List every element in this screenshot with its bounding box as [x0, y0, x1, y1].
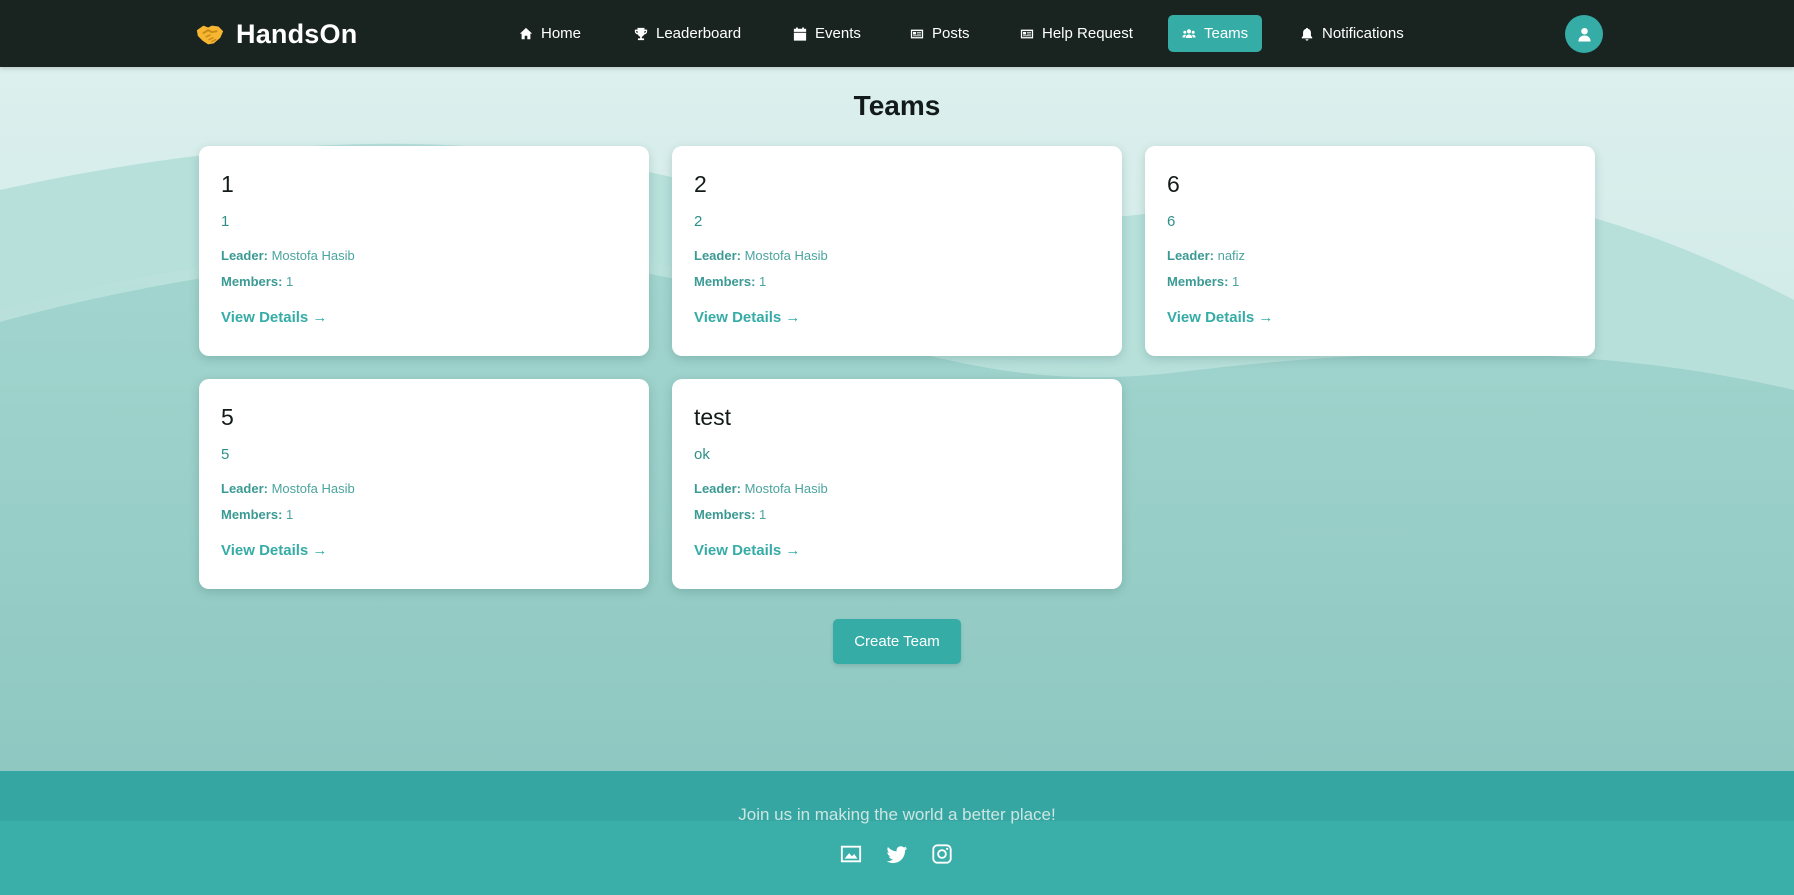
team-leader: Leader: Mostofa Hasib: [221, 481, 627, 497]
create-team-button[interactable]: Create Team: [833, 619, 961, 664]
users-icon: [1182, 28, 1196, 38]
image-icon[interactable]: [839, 842, 863, 866]
team-card: test ok Leader: Mostofa Hasib Members: 1…: [672, 379, 1122, 589]
nav-item-leaderboard[interactable]: Leaderboard: [620, 15, 755, 52]
leader-name: Mostofa Hasib: [271, 481, 355, 496]
team-card: 1 1 Leader: Mostofa Hasib Members: 1 Vie…: [199, 146, 649, 356]
team-leader: Leader: Mostofa Hasib: [221, 248, 627, 264]
nav-item-label: Home: [541, 25, 582, 42]
nav-item-teams[interactable]: Teams: [1168, 15, 1262, 52]
team-members: Members: 1: [694, 274, 1100, 290]
team-leader: Leader: Mostofa Hasib: [694, 248, 1100, 264]
newspaper-icon: [910, 29, 924, 38]
members-label: Members:: [221, 507, 283, 522]
team-members: Members: 1: [694, 507, 1100, 523]
nav-item-label: Posts: [932, 25, 970, 42]
nav-links: Home Leaderboard Events Posts Help Reque…: [0, 15, 1794, 52]
team-description: ok: [694, 446, 710, 463]
trophy-icon: [634, 27, 648, 40]
view-details-link[interactable]: View Details →: [221, 542, 327, 560]
top-navbar: HandsOn Home Leaderboard Events Posts He…: [0, 0, 1794, 67]
members-label: Members:: [694, 274, 756, 289]
team-card: 6 6 Leader: nafiz Members: 1 View Detail…: [1145, 146, 1595, 356]
team-leader: Leader: Mostofa Hasib: [694, 481, 1100, 497]
team-members: Members: 1: [221, 274, 627, 290]
calendar-icon: [793, 26, 807, 41]
user-icon: [1577, 27, 1591, 42]
members-label: Members:: [221, 274, 283, 289]
team-card: 2 2 Leader: Mostofa Hasib Members: 1 Vie…: [672, 146, 1122, 356]
leader-label: Leader:: [694, 481, 741, 496]
leader-label: Leader:: [221, 248, 268, 263]
team-leader: Leader: nafiz: [1167, 248, 1573, 264]
nav-item-notifications[interactable]: Notifications: [1286, 15, 1418, 52]
team-description: 6: [1167, 213, 1176, 230]
view-details-link[interactable]: View Details →: [694, 309, 800, 327]
view-details-link[interactable]: View Details →: [221, 309, 327, 327]
leader-label: Leader:: [1167, 248, 1214, 263]
nav-item-home[interactable]: Home: [505, 15, 595, 52]
home-icon: [519, 27, 533, 39]
team-description: 2: [694, 213, 703, 230]
nav-item-label: Leaderboard: [656, 25, 742, 42]
nav-item-label: Help Request: [1042, 25, 1133, 42]
footer-tagline: Join us in making the world a better pla…: [738, 805, 1056, 824]
leader-label: Leader:: [694, 248, 741, 263]
members-label: Members:: [1167, 274, 1229, 289]
newspaper-icon: [1020, 29, 1034, 38]
nav-item-label: Notifications: [1322, 25, 1404, 42]
members-label: Members:: [694, 507, 756, 522]
page-title: Teams: [853, 90, 941, 121]
team-name: 2: [694, 171, 707, 197]
view-details-link[interactable]: View Details →: [694, 542, 800, 560]
team-description: 5: [221, 446, 230, 463]
view-details-link[interactable]: View Details →: [1167, 309, 1273, 327]
nav-item-posts[interactable]: Posts: [896, 15, 984, 52]
members-count: 1: [286, 507, 294, 522]
nav-item-label: Teams: [1204, 25, 1249, 42]
members-count: 1: [759, 507, 767, 522]
team-name: test: [694, 404, 732, 430]
team-members: Members: 1: [1167, 274, 1573, 290]
team-card: 5 5 Leader: Mostofa Hasib Members: 1 Vie…: [199, 379, 649, 589]
team-description: 1: [221, 213, 230, 230]
members-count: 1: [286, 274, 294, 289]
nav-item-events[interactable]: Events: [779, 15, 875, 52]
leader-label: Leader:: [221, 481, 268, 496]
nav-item-help-request[interactable]: Help Request: [1006, 15, 1147, 52]
team-name: 1: [221, 171, 234, 197]
leader-name: nafiz: [1217, 248, 1246, 263]
twitter-icon[interactable]: [885, 842, 909, 866]
leader-name: Mostofa Hasib: [271, 248, 355, 263]
footer-social-links: [0, 842, 1794, 866]
nav-item-label: Events: [815, 25, 861, 42]
instagram-icon[interactable]: [930, 842, 954, 866]
bell-icon: [1301, 27, 1313, 41]
leader-name: Mostofa Hasib: [744, 481, 828, 496]
team-name: 6: [1167, 171, 1180, 197]
members-count: 1: [1232, 274, 1240, 289]
team-members: Members: 1: [221, 507, 627, 523]
members-count: 1: [759, 274, 767, 289]
team-name: 5: [221, 404, 234, 430]
leader-name: Mostofa Hasib: [744, 248, 828, 263]
user-avatar[interactable]: [1565, 15, 1603, 53]
